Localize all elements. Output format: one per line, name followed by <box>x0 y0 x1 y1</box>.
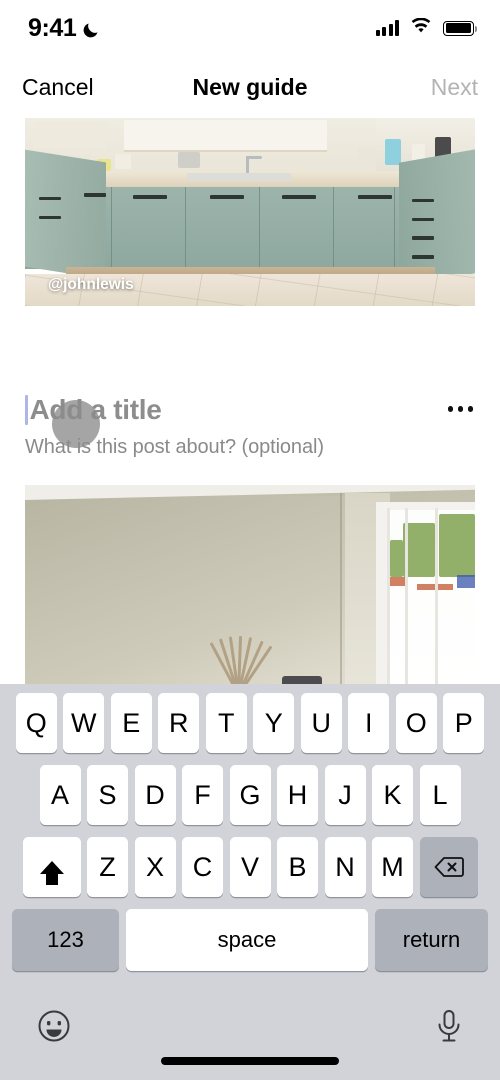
status-bar-right <box>375 17 478 39</box>
key-g[interactable]: G <box>229 765 271 825</box>
key-a[interactable]: A <box>39 765 81 825</box>
dried-plant <box>187 636 286 684</box>
status-bar-left: 9:41 <box>28 14 101 43</box>
moon-icon <box>82 20 101 39</box>
photo-credit: @johnlewis <box>48 276 134 293</box>
keyboard-row-4: 123 space return <box>0 909 500 971</box>
home-indicator-bar[interactable] <box>161 1057 339 1065</box>
room-photo[interactable] <box>25 485 475 684</box>
kitchen-photo[interactable]: @johnlewis <box>25 118 475 306</box>
key-z[interactable]: Z <box>87 837 128 897</box>
emoji-smiley-icon[interactable] <box>36 1008 72 1049</box>
keyboard-accessory-row <box>0 992 500 1080</box>
guide-item-1: @johnlewis <box>25 118 475 306</box>
key-q[interactable]: Q <box>15 693 57 753</box>
key-v[interactable]: V <box>229 837 271 897</box>
key-b[interactable]: B <box>277 837 318 897</box>
key-u[interactable]: U <box>300 693 342 753</box>
key-k[interactable]: K <box>372 765 413 825</box>
key-r[interactable]: R <box>158 693 200 753</box>
return-key[interactable]: return <box>375 909 488 971</box>
backspace-icon[interactable] <box>419 837 478 897</box>
key-e[interactable]: E <box>110 693 152 753</box>
key-y[interactable]: Y <box>253 693 295 753</box>
key-i[interactable]: I <box>348 693 390 753</box>
key-c[interactable]: C <box>182 837 223 897</box>
key-s[interactable]: S <box>87 765 128 825</box>
next-button[interactable]: Next <box>431 74 478 101</box>
room-photo-image <box>25 485 475 684</box>
key-h[interactable]: H <box>277 765 318 825</box>
status-bar: 9:41 <box>0 0 500 56</box>
navigation-bar: Cancel New guide Next <box>0 56 500 118</box>
text-caret <box>25 395 28 425</box>
key-n[interactable]: N <box>324 837 366 897</box>
key-f[interactable]: F <box>182 765 223 825</box>
shift-icon[interactable] <box>22 837 81 897</box>
status-time: 9:41 <box>28 13 77 42</box>
cancel-button[interactable]: Cancel <box>22 74 94 101</box>
key-x[interactable]: X <box>134 837 176 897</box>
key-o[interactable]: O <box>395 693 437 753</box>
wifi-icon <box>410 17 432 39</box>
keyboard-row-2: A S D F G H J K L <box>0 765 500 825</box>
space-key[interactable]: space <box>126 909 368 971</box>
key-p[interactable]: P <box>443 693 485 753</box>
key-w[interactable]: W <box>63 693 105 753</box>
numbers-key[interactable]: 123 <box>12 909 119 971</box>
key-m[interactable]: M <box>372 837 413 897</box>
key-t[interactable]: T <box>205 693 247 753</box>
more-horizontal-icon[interactable] <box>447 394 476 412</box>
touch-point <box>52 400 100 448</box>
cellular-signal-icon <box>375 20 399 36</box>
phone-screen: 9:41 Cancel New guide Next @johnlewis a … <box>0 0 500 1080</box>
keyboard-row-3: Z X C V B N M <box>0 837 500 897</box>
on-screen-keyboard[interactable]: Q W E R T Y U I O P A S D F G H J K L Z <box>0 684 500 1080</box>
key-l[interactable]: L <box>419 765 461 825</box>
key-d[interactable]: D <box>134 765 176 825</box>
key-j[interactable]: J <box>324 765 366 825</box>
battery-full-icon <box>443 20 478 36</box>
microphone-icon[interactable] <box>434 1008 464 1049</box>
keyboard-row-1: Q W E R T Y U I O P <box>0 693 500 753</box>
